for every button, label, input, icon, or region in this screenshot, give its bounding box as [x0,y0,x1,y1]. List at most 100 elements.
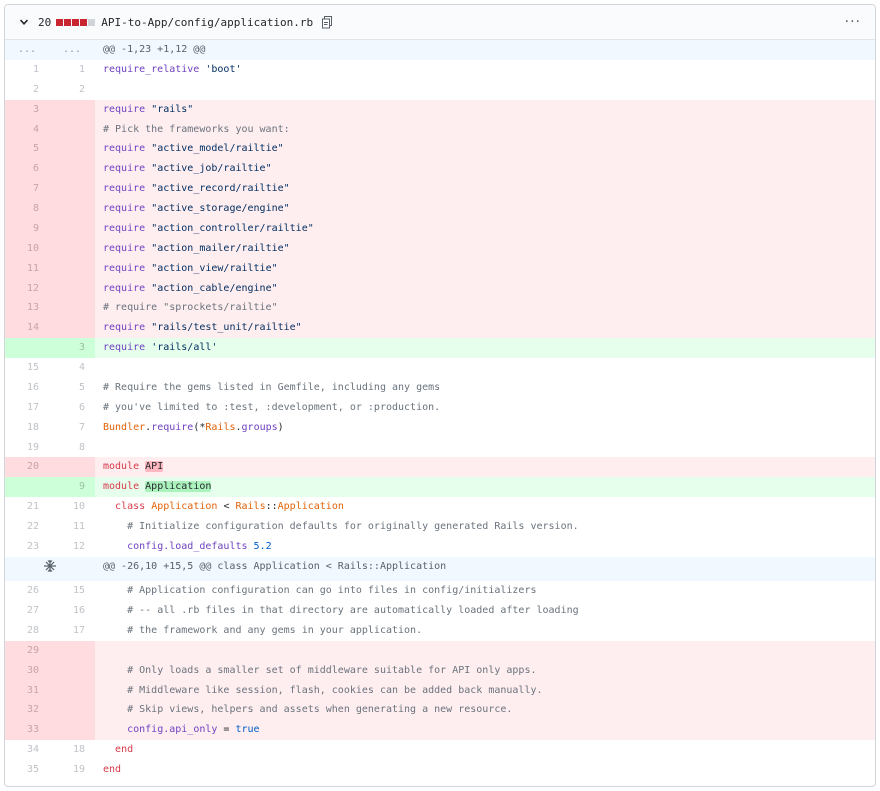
old-line-number[interactable]: 4 [5,119,49,140]
new-line-number[interactable]: 5 [49,377,95,398]
old-line-number[interactable]: 31 [5,680,49,701]
old-line-number[interactable]: 14 [5,318,49,339]
old-line-number[interactable]: 15 [5,358,49,378]
new-line-number[interactable]: 7 [49,417,95,438]
hunk-left-marker[interactable]: ... [5,40,49,60]
old-line-number[interactable]: 12 [5,278,49,299]
new-line-number[interactable]: 1 [49,59,95,80]
copy-path-icon[interactable] [321,15,335,29]
old-line-number[interactable]: 6 [5,159,49,180]
code-token: "action_cable/engine" [151,282,278,294]
code-line: config.load_defaults 5.2 [95,536,875,557]
new-line-number[interactable] [49,700,95,721]
new-line-number[interactable]: 12 [49,536,95,557]
new-line-number[interactable] [49,139,95,160]
old-line-number[interactable]: 19 [5,437,49,458]
code-line: require "active_record/railtie" [95,179,875,199]
old-line-number[interactable]: 18 [5,417,49,438]
old-line-number[interactable]: 29 [5,640,49,661]
file-path[interactable]: API-to-App/config/application.rb [101,16,313,29]
old-line-number[interactable] [5,477,49,498]
new-line-number[interactable] [49,298,95,319]
new-line-number[interactable]: 16 [49,601,95,621]
new-line-number[interactable] [49,238,95,259]
old-line-number[interactable]: 10 [5,238,49,259]
new-line-number[interactable] [49,457,95,478]
new-line-number[interactable] [49,720,95,741]
old-line-number[interactable]: 13 [5,298,49,319]
code-token: Rails [205,421,236,433]
old-line-number[interactable]: 16 [5,377,49,398]
old-line-number[interactable]: 32 [5,700,49,721]
new-line-number[interactable] [49,640,95,661]
old-line-number[interactable]: 27 [5,601,49,621]
new-line-number[interactable]: 2 [49,79,95,100]
new-line-number[interactable]: 10 [49,497,95,517]
more-options-button[interactable]: ··· [845,14,861,30]
code-token: # the framework and any gems in your app… [127,624,423,636]
old-line-number[interactable]: 2 [5,79,49,100]
old-line-number[interactable]: 5 [5,139,49,160]
new-line-number[interactable]: 3 [49,338,95,358]
old-line-number[interactable]: 3 [5,99,49,120]
old-line-number[interactable]: 7 [5,179,49,199]
old-line-number[interactable]: 20 [5,457,49,478]
new-line-number[interactable] [49,278,95,299]
context-line-row: 35 19 end [5,760,875,780]
new-line-number[interactable]: 9 [49,477,95,498]
old-line-number[interactable]: 11 [5,258,49,279]
code-line: # Middleware like session, flash, cookie… [95,680,875,701]
new-line-number[interactable]: 4 [49,358,95,378]
new-line-number[interactable] [49,199,95,219]
old-line-number[interactable]: 34 [5,740,49,760]
context-line-row: 1 1 require_relative 'boot' [5,59,875,80]
new-line-number[interactable]: 17 [49,620,95,641]
new-line-number[interactable] [49,258,95,279]
old-line-number[interactable]: 21 [5,497,49,517]
new-line-number[interactable]: 8 [49,437,95,458]
old-line-number[interactable]: 8 [5,199,49,219]
new-line-number[interactable]: 11 [49,517,95,537]
old-line-number[interactable]: 30 [5,660,49,681]
new-line-number[interactable] [49,660,95,681]
old-line-number[interactable]: 1 [5,59,49,80]
hunk-header-row: ...... @@ -1,23 +1,12 @@ [5,40,875,60]
old-line-number[interactable]: 33 [5,720,49,741]
old-line-number[interactable] [5,338,49,358]
old-line-number[interactable]: 23 [5,536,49,557]
old-line-number[interactable]: 22 [5,517,49,537]
old-line-number[interactable]: 9 [5,218,49,239]
unfold-icon[interactable] [5,557,95,576]
hunk-header-text: @@ -1,23 +1,12 @@ [95,40,875,60]
deleted-line-row: 3 require "rails" [5,99,875,120]
new-line-number[interactable] [49,119,95,140]
new-line-number[interactable]: 18 [49,740,95,760]
diffstat-block [80,18,88,26]
hunk-right-marker[interactable]: ... [49,40,95,60]
code-token: "active_job/railtie" [151,163,272,175]
new-line-number[interactable] [49,179,95,199]
new-line-number[interactable]: 6 [49,397,95,418]
old-line-number[interactable]: 17 [5,397,49,418]
code-token: require [103,203,146,214]
new-line-number[interactable]: 19 [49,760,95,780]
code-token: :: [265,501,278,513]
context-line-row: 16 5 # Require the gems listed in Gemfile,… [5,377,875,398]
new-line-number[interactable] [49,318,95,339]
chevron-down-icon[interactable] [16,14,32,30]
old-line-number[interactable]: 28 [5,620,49,641]
changed-lines-count: 20 [38,15,52,29]
new-line-number[interactable] [49,99,95,120]
new-line-number[interactable] [49,680,95,701]
new-line-number[interactable] [49,159,95,180]
new-line-number[interactable]: 15 [49,581,95,601]
code-line: # the framework and any gems in your app… [95,620,875,641]
expand-hunk-button[interactable] [5,556,95,582]
old-line-number[interactable]: 26 [5,581,49,601]
old-line-number[interactable]: 35 [5,760,49,780]
deleted-line-row: 13 # require "sprockets/railtie" [5,298,875,319]
added-line-row: 3 require 'rails/all' [5,338,875,358]
new-line-number[interactable] [49,218,95,239]
